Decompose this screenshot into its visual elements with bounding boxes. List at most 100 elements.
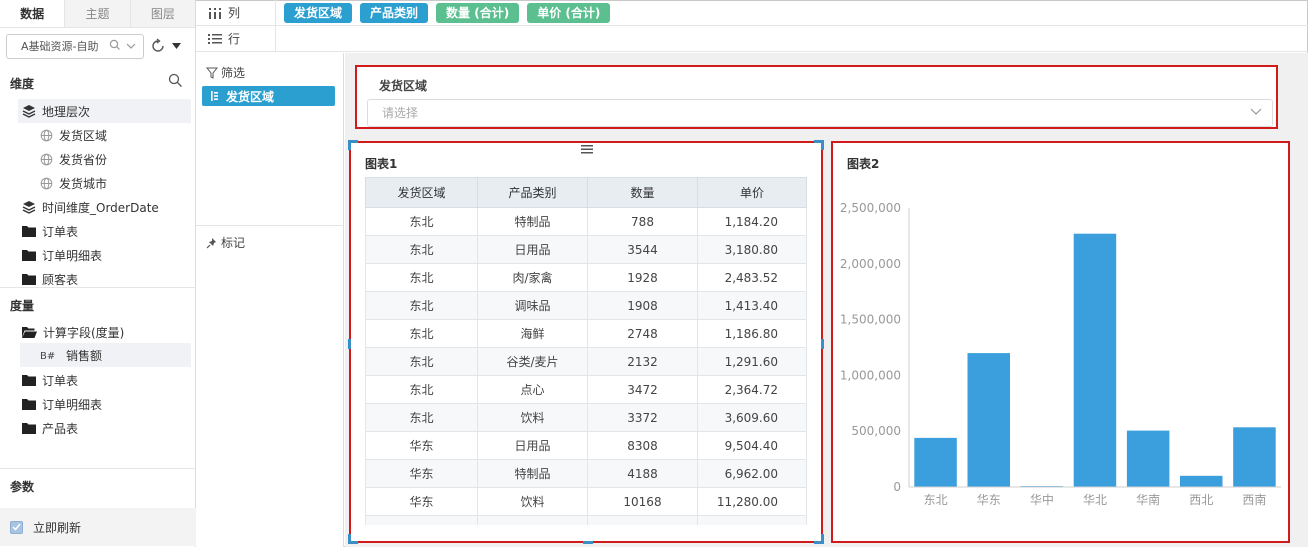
tree-item-label: 订单明细表 (42, 397, 103, 412)
tree-item-label: 发货省份 (59, 152, 108, 167)
table-row[interactable]: 东北 海鲜 2748 1,186.80 (365, 319, 807, 348)
bar[interactable] (1073, 233, 1117, 487)
table-row[interactable]: 东北 饮料 3372 3,609.60 (365, 403, 807, 432)
filter-marks-panel: 筛选 发货区域 标记 (196, 53, 344, 547)
x-tick-label: 华南 (1136, 492, 1160, 507)
table-cell: 特制品 (477, 207, 588, 236)
chart-widget[interactable]: 图表2 0 500,000 1,000,000 1,500,000 2,000,000 2… (831, 141, 1290, 543)
data-table: 发货区域 产品类别 数量 单价 东北 特制品 788 1,184.20 东北 日用品 354… (365, 177, 807, 525)
auto-refresh-label: 立即刷新 (33, 520, 82, 535)
tree-item-geo-hierarchy[interactable]: 地理层次 (18, 99, 191, 123)
tree-item-ship-city[interactable]: 发货城市 (40, 171, 107, 195)
resize-handle[interactable] (348, 534, 351, 544)
table-cell: 东北 (365, 319, 478, 348)
table-header-cell[interactable]: 产品类别 (477, 177, 588, 208)
tab-data[interactable]: 数据 (0, 0, 66, 27)
tree-item-order-details-table[interactable]: 订单明细表 (22, 243, 102, 267)
table-row[interactable]: 东北 日用品 3544 3,180.80 (365, 235, 807, 264)
tree-item-label: 顾客表 (42, 272, 79, 287)
search-icon[interactable] (109, 39, 121, 51)
table-header-cell[interactable]: 发货区域 (365, 177, 478, 208)
table-row[interactable]: 华东 特制品 4188 6,962.00 (365, 459, 807, 488)
chevron-down-icon (1250, 108, 1262, 115)
resize-handle[interactable] (821, 339, 824, 349)
table-cell: 东北 (365, 403, 478, 432)
bar[interactable] (1180, 475, 1223, 487)
folder-icon (22, 250, 36, 261)
globe-icon (40, 153, 53, 165)
table-cell: 肉/家禽 (477, 263, 588, 292)
table-row-partial[interactable] (365, 515, 807, 525)
column-shelf-label: 列 (196, 0, 276, 25)
table-row[interactable]: 东北 调味品 1908 1,413.40 (365, 291, 807, 320)
y-tick-label: 1,500,000 (840, 313, 901, 327)
tree-item-time-dimension[interactable]: 时间维度_OrderDate (22, 195, 159, 219)
section-divider (0, 468, 196, 469)
filter-select[interactable]: 请选择 (367, 99, 1273, 127)
table-header-cell[interactable]: 数量 (587, 177, 698, 208)
table-cell: 10168 (587, 487, 698, 516)
tab-layers[interactable]: 图层 (130, 0, 195, 27)
table-row[interactable]: 华东 饮料 10168 11,280.00 (365, 487, 807, 516)
tree-item-label: 计算字段(度量) (43, 325, 125, 340)
column-pill-quantity-sum[interactable]: 数量 (合计) (436, 2, 520, 23)
bar-chart: 0 500,000 1,000,000 1,500,000 2,000,000 2,500… (840, 201, 1281, 507)
drag-handle-icon[interactable] (581, 144, 593, 154)
tree-item-customers-table[interactable]: 顾客表 (22, 267, 78, 287)
table-cell: 谷类/麦片 (477, 347, 588, 376)
column-pill-product-category[interactable]: 产品类别 (360, 2, 429, 23)
tree-item-order-details-m[interactable]: 订单明细表 (22, 392, 102, 416)
filter-label: 筛选 (221, 66, 246, 80)
tree-item-ship-region[interactable]: 发货区域 (40, 123, 107, 147)
tree-item-label: 产品表 (42, 421, 79, 436)
x-axis: 东北 华东 华中 华北 华南 西北 西南 (909, 486, 1281, 507)
table-row[interactable]: 东北 谷类/麦片 2132 1,291.60 (365, 347, 807, 376)
tree-item-label: 订单明细表 (42, 248, 103, 263)
dimension-list-clip: 顾客表 (0, 267, 195, 287)
tree-item-label: 地理层次 (42, 104, 91, 119)
table-cell: 11,280.00 (697, 487, 807, 516)
mid-divider (196, 225, 344, 226)
tree-item-orders-table[interactable]: 订单表 (22, 219, 78, 243)
datasource-select[interactable]: A基础资源-自助 (6, 33, 144, 59)
table-row[interactable]: 华东 日用品 8308 9,504.40 (365, 431, 807, 460)
tree-item-products-table[interactable]: 产品表 (22, 416, 78, 440)
tree-item-orders-table-m[interactable]: 订单表 (22, 368, 78, 392)
filter-widget: 发货区域 请选择 (355, 65, 1278, 129)
table-row[interactable]: 东北 肉/家禽 1928 2,483.52 (365, 263, 807, 292)
tree-item-ship-province[interactable]: 发货省份 (40, 147, 107, 171)
bar[interactable] (1126, 430, 1170, 487)
table-cell: 特制品 (477, 459, 588, 488)
bar[interactable] (914, 437, 957, 487)
table-widget[interactable]: 图表1 发货区域 产品类别 数量 单价 东北 特制品 788 1,184.20 东北 日用… (348, 140, 824, 544)
resize-handle[interactable] (821, 140, 824, 150)
tab-theme[interactable]: 主题 (65, 0, 131, 27)
check-icon (12, 523, 21, 531)
auto-refresh-checkbox[interactable] (10, 520, 23, 534)
tree-item-calc-fields[interactable]: 计算字段(度量) (22, 320, 124, 344)
table-cell: 788 (587, 207, 698, 236)
filter-pill-ship-region[interactable]: 发货区域 (202, 86, 335, 106)
caret-down-icon[interactable] (172, 42, 181, 50)
row-shelf-text: 行 (228, 32, 241, 46)
resize-handle[interactable] (821, 534, 824, 544)
svg-text:B#: B# (40, 351, 55, 361)
table-row[interactable]: 东北 特制品 788 1,184.20 (365, 207, 807, 236)
column-pill-price-sum[interactable]: 单价 (合计) (527, 2, 611, 23)
table-cell: 华东 (365, 459, 478, 488)
resize-handle[interactable] (348, 140, 351, 150)
tree-item-sales-amount[interactable]: B# 销售额 (20, 343, 191, 367)
table-header-cell[interactable]: 单价 (697, 177, 807, 208)
column-pill-ship-region[interactable]: 发货区域 (284, 2, 353, 23)
bar[interactable] (1233, 427, 1276, 487)
table-cell: 日用品 (477, 235, 588, 264)
bar[interactable] (967, 353, 1011, 487)
search-icon[interactable] (168, 73, 183, 88)
resize-handle[interactable] (583, 541, 593, 544)
chevron-down-icon[interactable] (125, 40, 137, 52)
table-row[interactable]: 东北 点心 3472 2,364.72 (365, 375, 807, 404)
resize-handle[interactable] (348, 339, 351, 349)
dashboard-canvas: 发货区域 请选择 图表1 发货区域 产品类别 数量 单价 东北 特制品 788 1,1… (345, 53, 1308, 547)
column-shelf: 列 发货区域 产品类别 数量 (合计) 单价 (合计) (196, 0, 1308, 26)
refresh-icon[interactable] (150, 38, 166, 54)
